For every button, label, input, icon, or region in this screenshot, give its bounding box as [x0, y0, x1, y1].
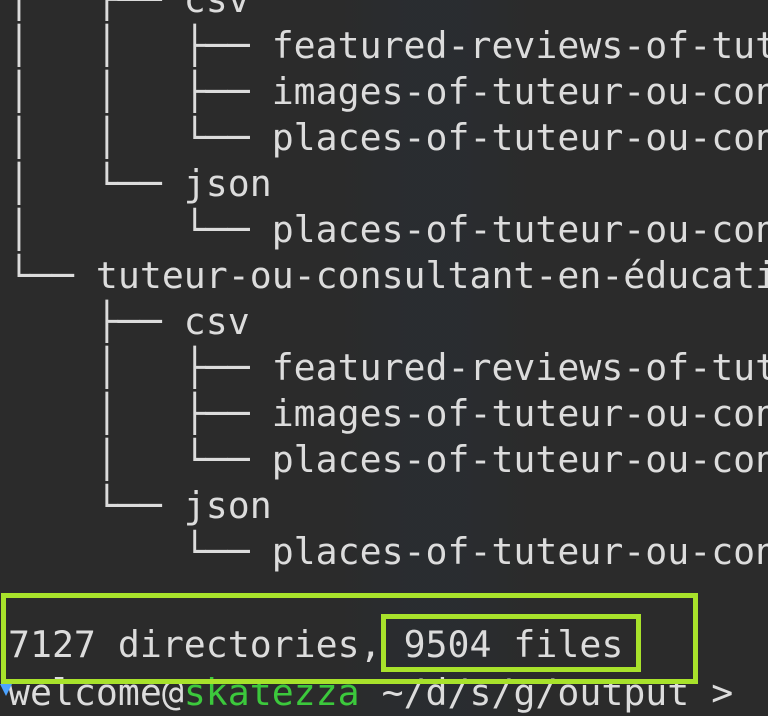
tree-line: └── json: [8, 484, 272, 527]
tree-line: └── tuteur-ou-consultant-en-éducati: [8, 254, 768, 297]
tree-line: │ └── places-of-tuteur-ou-con: [8, 438, 768, 481]
tree-line: │ ├── images-of-tuteur-ou-con: [8, 392, 768, 435]
tree-line: │ ├── csv: [8, 0, 250, 23]
pointer-icon: [0, 684, 12, 696]
prompt-path: ~/d/s/g/output: [359, 671, 690, 714]
tree-line: ├── csv: [8, 300, 250, 343]
shell-prompt[interactable]: welcome@skatezza ~/d/s/g/output >: [8, 670, 733, 716]
summary-line: 7127 directories, 9504 files: [8, 622, 623, 668]
tree-line: │ ├── featured-reviews-of-tut: [8, 346, 768, 389]
files-count: 9504 files: [403, 623, 624, 666]
tree-line: │ │ └── places-of-tuteur-ou-con: [8, 116, 768, 159]
tree-line: │ │ ├── featured-reviews-of-tut: [8, 24, 768, 67]
tree-line: └── places-of-tuteur-ou-con: [8, 530, 768, 573]
tree-line: │ └── places-of-tuteur-ou-con: [8, 208, 768, 251]
prompt-at: @: [161, 671, 184, 714]
tree-line: │ └── json: [8, 162, 272, 205]
tree-line: │ │ ├── images-of-tuteur-ou-con: [8, 70, 768, 113]
prompt-user: welcome: [8, 671, 162, 714]
prompt-host: skatezza: [183, 671, 360, 714]
prompt-symbol: >: [689, 671, 734, 714]
directories-count: 7127 directories,: [8, 623, 382, 666]
